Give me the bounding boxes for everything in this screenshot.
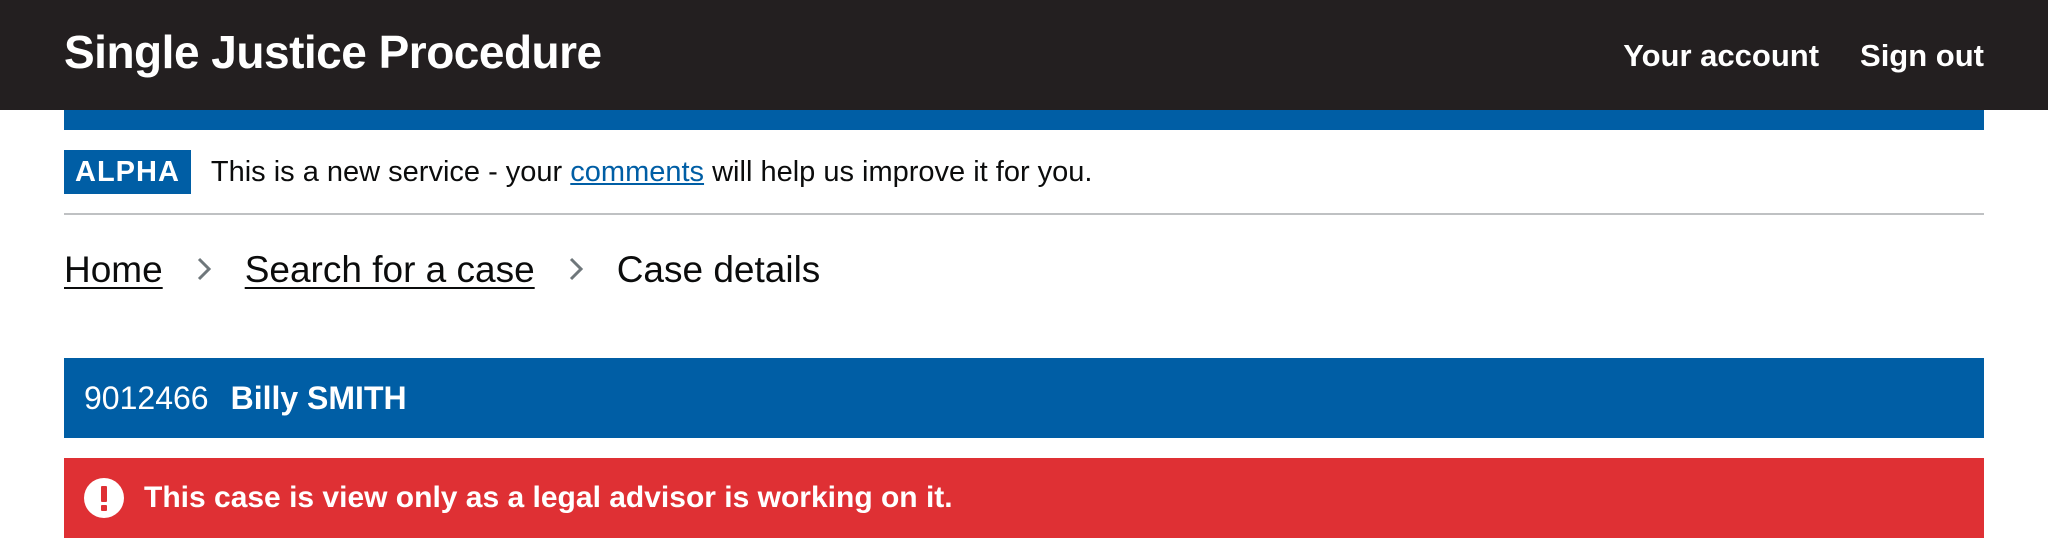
header-accent-bar bbox=[64, 110, 1984, 130]
case-summary-bar: 9012466 Billy SMITH bbox=[64, 358, 1984, 438]
chevron-right-icon bbox=[557, 245, 595, 295]
phase-tag: ALPHA bbox=[64, 150, 191, 194]
phase-banner-text: This is a new service - your comments wi… bbox=[211, 152, 1093, 192]
breadcrumb-current-page: Case details bbox=[616, 249, 821, 290]
case-number: 9012466 bbox=[84, 380, 209, 416]
breadcrumb: Home Search for a case Case details bbox=[64, 245, 820, 295]
chevron-right-icon bbox=[185, 245, 223, 295]
feedback-link[interactable]: comments bbox=[570, 156, 704, 188]
chevron-right-icon-svg bbox=[569, 257, 583, 281]
service-name[interactable]: Single Justice Procedure bbox=[64, 22, 602, 82]
breadcrumb-search-for-a-case[interactable]: Search for a case bbox=[245, 245, 535, 295]
chevron-right-icon-svg bbox=[197, 257, 211, 281]
site-header: Single Justice Procedure Your account Si… bbox=[0, 0, 2048, 110]
phase-text-before: This is a new service - your bbox=[210, 156, 563, 188]
phase-banner: ALPHA This is a new service - your comme… bbox=[64, 150, 1984, 194]
view-only-warning: This case is view only as a legal adviso… bbox=[64, 458, 1984, 538]
phase-text-after: will help us improve it for you. bbox=[712, 156, 1093, 188]
phase-banner-divider bbox=[64, 213, 1984, 215]
header-nav: Your account Sign out bbox=[1623, 34, 1984, 78]
sign-out-link[interactable]: Sign out bbox=[1860, 34, 1984, 78]
breadcrumb-home[interactable]: Home bbox=[64, 245, 163, 295]
your-account-link[interactable]: Your account bbox=[1623, 34, 1819, 78]
exclamation-icon bbox=[84, 478, 124, 518]
defendant-name: Billy SMITH bbox=[230, 380, 407, 416]
warning-message: This case is view only as a legal adviso… bbox=[144, 481, 953, 514]
